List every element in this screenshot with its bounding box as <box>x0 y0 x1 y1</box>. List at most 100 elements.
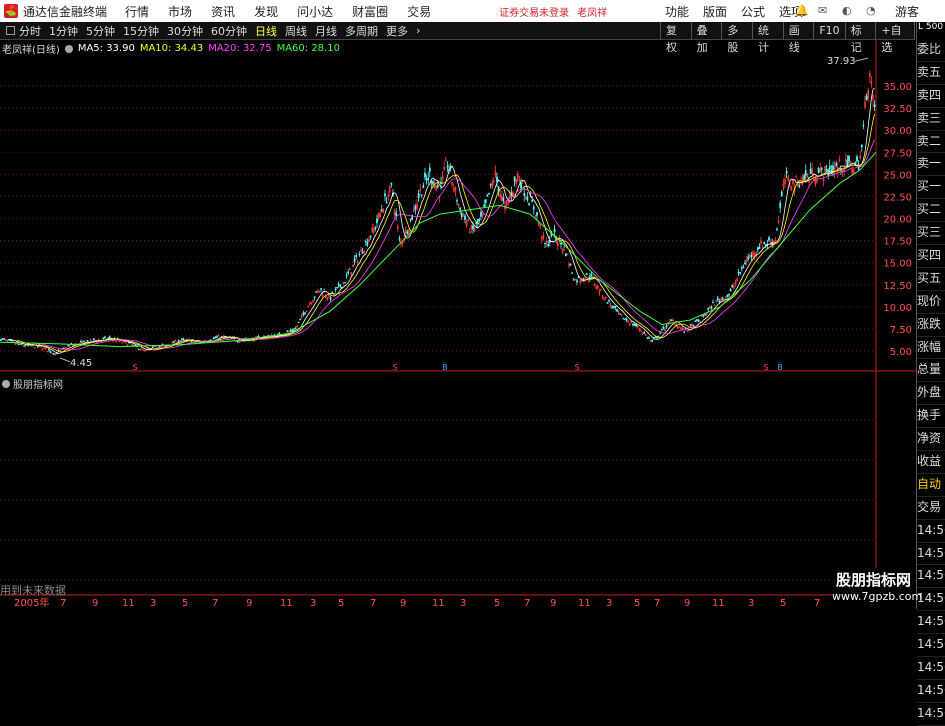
side-panel-item: 收益 <box>917 451 945 474</box>
side-panel-item: 14:56 <box>917 703 945 726</box>
candle-body <box>862 124 865 127</box>
candle-body <box>369 235 372 238</box>
candle-body <box>214 336 217 339</box>
candle-body <box>216 336 218 338</box>
candle-body <box>585 272 588 276</box>
candle-body <box>488 192 490 195</box>
candle-body <box>750 254 753 258</box>
candle-body <box>102 337 105 339</box>
candle-body <box>569 263 572 266</box>
x-tick-label: 3 <box>310 598 316 609</box>
side-panel-item: 14:56 <box>917 543 945 566</box>
candle-body <box>460 212 463 218</box>
candle-body <box>571 272 574 274</box>
candle-body <box>67 345 70 347</box>
candle-body <box>86 340 89 342</box>
candle-body <box>704 314 706 316</box>
side-panel-item: 14:56 <box>917 657 945 680</box>
candle-body <box>489 184 492 186</box>
side-panel-item: 净资 <box>917 428 945 452</box>
candle-body <box>785 171 788 174</box>
candle-body <box>758 246 761 250</box>
ma60-label: MA60: 28.10 <box>276 43 340 54</box>
candle-body <box>428 167 431 172</box>
candle-body <box>624 318 626 320</box>
panel-tag: L 500 <box>918 22 944 32</box>
candle-body <box>192 339 194 341</box>
candle-body <box>9 339 12 342</box>
side-panel-item: 交易 <box>917 497 945 520</box>
candle-body <box>0 339 2 341</box>
side-panel-item: 换手 <box>917 405 945 429</box>
candle-body <box>523 192 526 196</box>
side-panel-item: 外盘 <box>917 382 945 406</box>
candle-body <box>286 330 289 333</box>
candle-body <box>340 286 343 289</box>
candle-body <box>459 207 462 211</box>
candle-body <box>420 194 423 196</box>
candle-body <box>564 253 567 256</box>
candle-body <box>212 337 215 339</box>
candle-body <box>137 348 140 351</box>
candle-body <box>417 193 420 199</box>
settings-circle-icon[interactable] <box>2 379 10 388</box>
candle-body <box>635 324 638 327</box>
candle-body <box>329 297 332 300</box>
candle-body <box>780 191 783 197</box>
candle-body <box>531 200 534 203</box>
side-panel-item: 卖三 <box>917 108 945 131</box>
candle-body <box>422 185 425 189</box>
candle-body <box>832 165 834 171</box>
candle-body <box>456 200 458 202</box>
sell-signal-marker: S <box>574 363 579 372</box>
candle-body <box>643 331 646 334</box>
candle-body <box>1 338 4 340</box>
kline-chart[interactable]: 5.00 7.50 10.00 12.50 15.00 17.50 20.00 22.50 25… <box>0 0 945 609</box>
side-panel-item: 涨跌 <box>917 314 945 337</box>
candle-body <box>744 262 746 265</box>
candle-body <box>483 204 486 207</box>
y-tick-label: 20.00 <box>883 215 912 226</box>
side-panel-item: 14:56 <box>917 634 945 658</box>
high-price-annotation: 37.93 <box>827 56 856 67</box>
y-tick-label: 27.50 <box>883 148 912 159</box>
candle-body <box>3 338 6 341</box>
candle-body <box>436 184 439 188</box>
candle-body <box>172 341 175 344</box>
candle-body <box>528 203 530 205</box>
candle-body <box>632 323 634 326</box>
x-tick-label: 5 <box>634 598 640 609</box>
candle-body <box>353 258 356 263</box>
candle-body <box>366 242 369 246</box>
candle-body <box>747 256 750 260</box>
candle-body <box>779 202 782 208</box>
candle-body <box>865 95 868 101</box>
future-data-note: 用到未来数据 <box>0 584 66 597</box>
candle-body <box>526 196 529 201</box>
candle-body <box>104 336 106 338</box>
x-tick-label: 7 <box>370 598 376 609</box>
candle-body <box>297 321 300 324</box>
candle-body <box>633 323 636 327</box>
candle-body <box>334 288 337 291</box>
candle-body <box>532 206 535 210</box>
candle-body <box>520 183 522 189</box>
y-tick-label: 25.00 <box>883 170 912 181</box>
candle-body <box>547 243 550 247</box>
ma10-label: MA10: 34.43 <box>139 43 204 54</box>
candle-body <box>424 172 426 178</box>
candle-body <box>49 351 52 353</box>
ma-legend: 老凤祥(日线) MA5: 33.90 MA10: 34.43 MA20: 32.… <box>2 41 340 56</box>
candle-body <box>376 218 378 224</box>
candle-body <box>648 337 650 339</box>
candle-body <box>464 215 466 220</box>
settings-circle-icon[interactable] <box>64 44 73 53</box>
candle-body <box>740 267 743 269</box>
candle-body <box>236 341 239 343</box>
candle-body <box>776 228 778 231</box>
x-tick-label: 11 <box>712 598 725 609</box>
side-panel-item[interactable]: 自动 <box>917 474 945 497</box>
candle-body <box>355 255 358 258</box>
candle-body <box>803 175 806 180</box>
candle-body <box>289 329 292 332</box>
